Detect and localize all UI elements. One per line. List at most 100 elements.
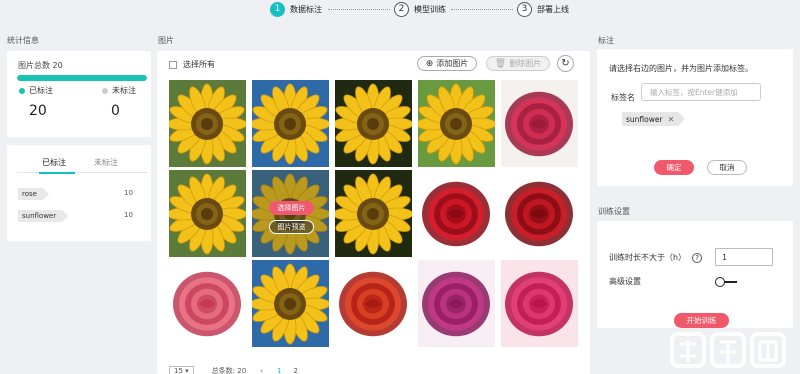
page-size-select[interactable]: 15 ▾	[169, 366, 194, 374]
step-1-number: 1	[270, 1, 285, 17]
select-all-checkbox[interactable]	[169, 60, 177, 69]
add-images-label: 添加图片	[436, 59, 469, 68]
step-3[interactable]: 3 部署上线	[517, 1, 569, 17]
selected-tag-chip: sunflower ✕	[622, 112, 686, 126]
labeled-legend: 已标注	[19, 85, 53, 96]
label-progress-fill	[17, 75, 147, 81]
page-1-link[interactable]: 1	[277, 367, 281, 374]
tag-count: 10	[124, 211, 133, 219]
tag-name: sunflower	[18, 210, 69, 222]
step-2-label: 模型训练	[414, 4, 446, 14]
rose-image	[501, 260, 578, 347]
stats-card: 图片总数 20 已标注 未标注 20 0	[7, 51, 151, 137]
tag-row[interactable]: sunflower	[18, 210, 69, 222]
step-1-label: 数据标注	[290, 4, 322, 14]
image-tile-sunflower[interactable]	[169, 80, 246, 167]
image-tile-sunflower[interactable]	[335, 80, 412, 167]
select-all-label: 选择所有	[183, 60, 215, 69]
step-3-number: 3	[517, 1, 532, 17]
unlabeled-legend: 未标注	[102, 85, 136, 96]
unlabeled-count: 0	[111, 103, 120, 119]
tag-row[interactable]: rose	[18, 188, 49, 200]
sunflower-image	[418, 80, 495, 167]
tag-name: rose	[18, 188, 49, 200]
tab-labeled[interactable]: 已标注	[42, 157, 66, 168]
rose-image	[418, 260, 495, 347]
labeled-dot-icon	[19, 87, 25, 94]
duration-row: 训练时长不大于（h） ?	[609, 252, 703, 263]
help-icon[interactable]: ?	[692, 252, 703, 263]
image-tile-rose[interactable]	[169, 260, 246, 347]
chip-close-icon[interactable]: ✕	[668, 115, 675, 124]
page-2-link[interactable]: 2	[293, 367, 297, 374]
images-section-title: 图片	[158, 36, 174, 45]
rose-image	[501, 80, 578, 167]
step-connector	[451, 9, 513, 10]
step-2[interactable]: 2 模型训练	[394, 1, 446, 17]
step-2-number: 2	[394, 1, 409, 17]
plus-circle-icon: ⊕	[425, 58, 434, 69]
cancel-button[interactable]: 取消	[707, 160, 747, 175]
step-connector	[328, 9, 390, 10]
annotate-section-title: 标注	[598, 36, 614, 45]
refresh-icon: ↻	[561, 58, 570, 69]
active-tab-indicator	[39, 172, 75, 174]
select-all[interactable]: 选择所有	[169, 59, 215, 70]
tag-input[interactable]: 输入标签，按Enter键添加	[641, 83, 761, 101]
image-tile-rose[interactable]	[335, 260, 412, 347]
image-tile-rose[interactable]	[501, 260, 578, 347]
labeled-count: 20	[29, 103, 47, 119]
images-panel: 选择所有 ⊕ 添加图片 🗑 删除图片 ↻ 选择图片图片预览 15 ▾ 总条数: …	[157, 51, 590, 374]
pagination: 15 ▾ 总条数: 20 ‹ 1 2	[169, 366, 298, 374]
image-tile-sunflower[interactable]	[252, 260, 329, 347]
delete-images-label: 删除图片	[509, 59, 542, 68]
tab-unlabeled[interactable]: 未标注	[94, 157, 118, 168]
image-tile-rose[interactable]	[501, 170, 578, 257]
label-progress-bar	[17, 75, 147, 81]
annotate-panel: 请选择右边的图片，并为图片添加标签。 标签名 输入标签，按Enter键添加 su…	[597, 49, 793, 186]
sunflower-image	[169, 80, 246, 167]
unlabeled-dot-icon	[102, 87, 108, 94]
chip-label: sunflower	[626, 114, 663, 124]
training-panel: 训练时长不大于（h） ? 1 高级设置 开始训练	[597, 221, 793, 328]
step-3-label: 部署上线	[537, 4, 569, 14]
watermark-logo	[670, 332, 786, 368]
prev-page-icon[interactable]: ‹	[260, 367, 263, 374]
page-size-value: 15	[174, 367, 183, 374]
preview-image-button[interactable]: 图片预览	[269, 220, 314, 234]
total-count-label: 总条数: 20	[211, 367, 247, 374]
image-tile-rose[interactable]	[418, 170, 495, 257]
sunflower-image	[252, 80, 329, 167]
duration-label: 训练时长不大于（h）	[609, 253, 687, 262]
image-tile-sunflower[interactable]	[418, 80, 495, 167]
tag-name-label: 标签名	[611, 93, 635, 102]
sunflower-image	[335, 80, 412, 167]
advanced-label: 高级设置	[609, 277, 641, 286]
select-image-button[interactable]: 选择图片	[269, 201, 314, 215]
total-images-label: 图片总数 20	[18, 61, 63, 70]
start-training-button[interactable]: 开始训练	[674, 313, 729, 328]
step-1[interactable]: 1 数据标注	[270, 1, 322, 17]
sunflower-image	[335, 170, 412, 257]
image-tile-sunflower[interactable]	[252, 80, 329, 167]
annotate-hint: 请选择右边的图片，并为图片添加标签。	[609, 64, 753, 73]
toggle-knob	[715, 277, 725, 287]
duration-input[interactable]: 1	[715, 248, 773, 266]
tag-count: 10	[124, 189, 133, 197]
add-images-button[interactable]: ⊕ 添加图片	[417, 56, 477, 71]
confirm-button[interactable]: 确定	[654, 160, 694, 175]
chip-arrow	[678, 112, 686, 126]
tag-list-card: 已标注 未标注 rose 10 sunflower 10	[7, 145, 151, 241]
rose-image	[335, 260, 412, 347]
image-tile-rose[interactable]	[418, 260, 495, 347]
delete-images-button[interactable]: 🗑 删除图片	[486, 56, 550, 71]
image-tile-sunflower[interactable]: 选择图片 图片预览	[252, 170, 329, 257]
advanced-toggle[interactable]	[715, 277, 737, 287]
sunflower-image	[169, 170, 246, 257]
image-tile-rose[interactable]	[501, 80, 578, 167]
image-tile-sunflower[interactable]	[335, 170, 412, 257]
sunflower-image	[252, 260, 329, 347]
refresh-button[interactable]: ↻	[557, 55, 574, 72]
trash-icon: 🗑	[494, 58, 507, 69]
image-tile-sunflower[interactable]	[169, 170, 246, 257]
